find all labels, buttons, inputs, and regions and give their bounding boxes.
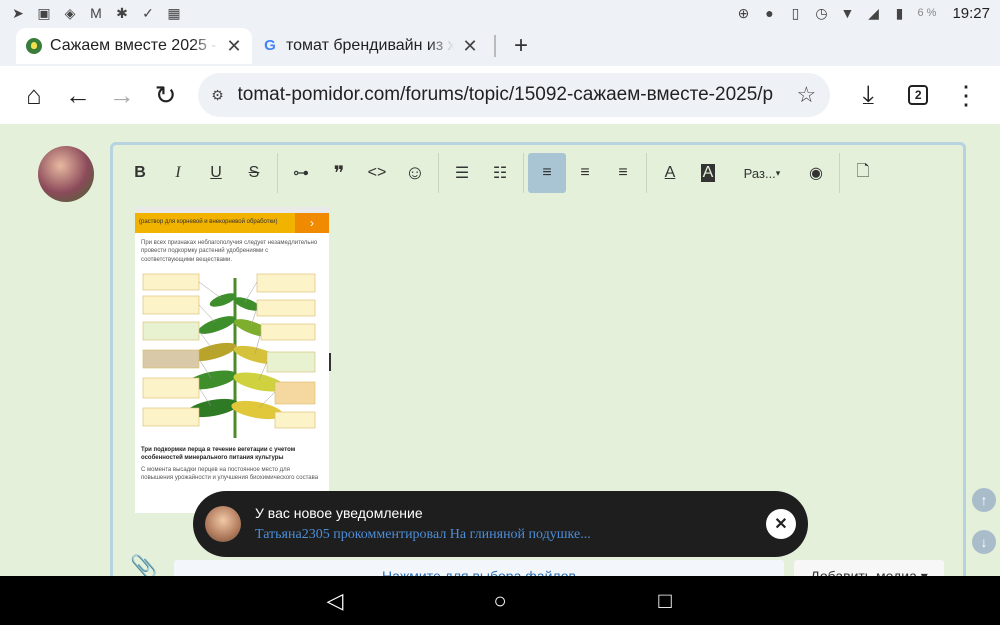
odnoklassniki-icon: ✱ (116, 5, 128, 21)
gmail-icon: M (90, 5, 102, 21)
toolbar-divider (646, 153, 647, 193)
home-icon[interactable]: ⌂ (12, 71, 56, 119)
tab-divider (494, 35, 496, 57)
gallery-icon: ▣ (37, 5, 51, 21)
image-footer: С момента высадки перцев на постоянное м… (141, 466, 319, 481)
toolbar-divider (523, 153, 524, 193)
choose-files-button[interactable]: Нажмите для выбора файлов (174, 560, 784, 576)
forward-icon[interactable]: → (100, 71, 144, 119)
battery-percent: 6 % (917, 7, 937, 19)
toolbar-divider (839, 153, 840, 193)
link-icon[interactable]: ⊶ (282, 153, 320, 193)
editor-toolbar: B I U S ⊶ ❞ <> ☺ ☰ ☷ ≡ ≡ ≡ A A Раз... ▾ ◉… (121, 151, 882, 195)
background-color-icon[interactable]: A (689, 153, 727, 193)
toolbar-divider (277, 153, 278, 193)
tab-switcher-button[interactable]: 2 (896, 71, 940, 119)
reload-icon[interactable]: ↻ (144, 71, 188, 119)
bold-button[interactable]: B (121, 153, 159, 193)
home-nav-icon[interactable]: ○ (485, 588, 515, 614)
recents-nav-icon[interactable]: □ (650, 588, 680, 614)
site-settings-icon[interactable]: ⚙ (210, 88, 226, 102)
scroll-down-button[interactable]: ↓ (972, 530, 996, 554)
address-bar: ⌂ ← → ↻ ⚙ tomat-pomidor.com/forums/topic… (0, 66, 1000, 124)
toolbar-divider (438, 153, 439, 193)
text-color-icon[interactable]: A (651, 153, 689, 193)
grid-icon: ▦ (167, 5, 181, 21)
strikethrough-button[interactable]: S (235, 153, 273, 193)
font-size-dropdown[interactable]: Раз... ▾ (727, 153, 797, 193)
tab-title: Сажаем вместе 2025 - (50, 37, 217, 54)
download-icon[interactable]: ⤓ (846, 71, 890, 119)
close-notification-button[interactable]: ✕ (766, 509, 796, 539)
notification-link[interactable]: Татьяна2305 прокомментировал На глиняной… (255, 527, 766, 543)
align-left-icon[interactable]: ≡ (528, 153, 566, 193)
shield-icon: ◈ (64, 5, 76, 21)
image-subtitle: Три подкормки перца в течение вегетации … (141, 447, 296, 461)
image-intro: При всех признаках неблагополучия следуе… (141, 240, 318, 263)
status-right-icons: ⊕ ● ▯ ◷ ▼ ◢ ▮ 6 % 19:27 (735, 5, 990, 22)
plant-diagram (142, 273, 316, 439)
tab-inactive[interactable]: G томат брендивайн из х ✕ (252, 28, 488, 64)
emoji-icon[interactable]: ☺ (396, 153, 434, 193)
google-favicon-icon: G (264, 37, 276, 54)
preview-eye-icon[interactable]: ◉ (797, 153, 835, 193)
tab-count: 2 (908, 85, 929, 105)
back-icon[interactable]: ← (56, 71, 100, 119)
source-view-icon[interactable]: 🗋 (844, 153, 882, 193)
text-cursor (329, 353, 331, 371)
status-left-icons: ➤ ▣ ◈ M ✱ ✓ ▦ (10, 6, 182, 20)
vibrate-icon: ▯ (791, 5, 800, 21)
align-right-icon[interactable]: ≡ (604, 153, 642, 193)
telegram-icon: ➤ (12, 5, 24, 21)
check-icon: ✓ (142, 5, 154, 21)
notification-toast[interactable]: У вас новое уведомление Татьяна2305 прок… (193, 491, 808, 557)
code-icon[interactable]: <> (358, 153, 396, 193)
bullet-list-icon[interactable]: ☰ (443, 153, 481, 193)
alarm-icon: ◷ (815, 5, 828, 21)
embedded-image[interactable]: (раствор для корневой и внекорневой обра… (135, 207, 329, 513)
scroll-up-button[interactable]: ↑ (972, 488, 996, 512)
numbered-list-icon[interactable]: ☷ (481, 153, 519, 193)
tab-strip: Сажаем вместе 2025 - ✕ G томат брендивай… (0, 26, 1000, 66)
close-tab-icon[interactable]: ✕ (226, 36, 242, 57)
wifi-icon: ▼ (840, 5, 855, 21)
clock: 19:27 (952, 4, 990, 22)
tab-title: томат брендивайн из х (286, 37, 454, 54)
image-header: (раствор для корневой и внекорневой обра… (135, 213, 329, 233)
underline-button[interactable]: U (197, 153, 235, 193)
site-favicon-icon (26, 38, 42, 54)
data-saver-icon: ⊕ (737, 5, 750, 21)
add-media-button[interactable]: Добавить медиа ▾ (794, 560, 944, 576)
new-tab-button[interactable]: + (514, 32, 528, 60)
tab-active[interactable]: Сажаем вместе 2025 - ✕ (16, 28, 252, 64)
menu-icon[interactable]: ⋮ (944, 71, 988, 119)
notification-title: У вас новое уведомление (255, 505, 423, 521)
paperclip-icon[interactable]: 📎 (130, 554, 157, 576)
battery-icon: ▮ (895, 5, 904, 21)
signal-icon: ◢ (868, 5, 879, 21)
location-icon: ● (765, 5, 774, 21)
quote-icon[interactable]: ❞ (320, 153, 358, 193)
avatar[interactable] (38, 146, 94, 202)
status-bar: ➤ ▣ ◈ M ✱ ✓ ▦ ⊕ ● ▯ ◷ ▼ ◢ ▮ 6 % 19:27 (0, 0, 1000, 26)
italic-button[interactable]: I (159, 153, 197, 193)
close-tab-icon[interactable]: ✕ (462, 36, 478, 57)
align-center-icon[interactable]: ≡ (566, 153, 604, 193)
omnibox[interactable]: ⚙ tomat-pomidor.com/forums/topic/15092-с… (197, 73, 831, 117)
android-nav-bar: ◁ ○ □ (0, 576, 1000, 625)
notification-body: У вас новое уведомление Татьяна2305 прок… (255, 505, 766, 543)
bookmark-star-icon[interactable]: ☆ (794, 84, 818, 106)
back-nav-icon[interactable]: ◁ (320, 588, 350, 614)
notification-avatar (205, 506, 241, 542)
url-text[interactable]: tomat-pomidor.com/forums/topic/15092-саж… (238, 84, 783, 106)
